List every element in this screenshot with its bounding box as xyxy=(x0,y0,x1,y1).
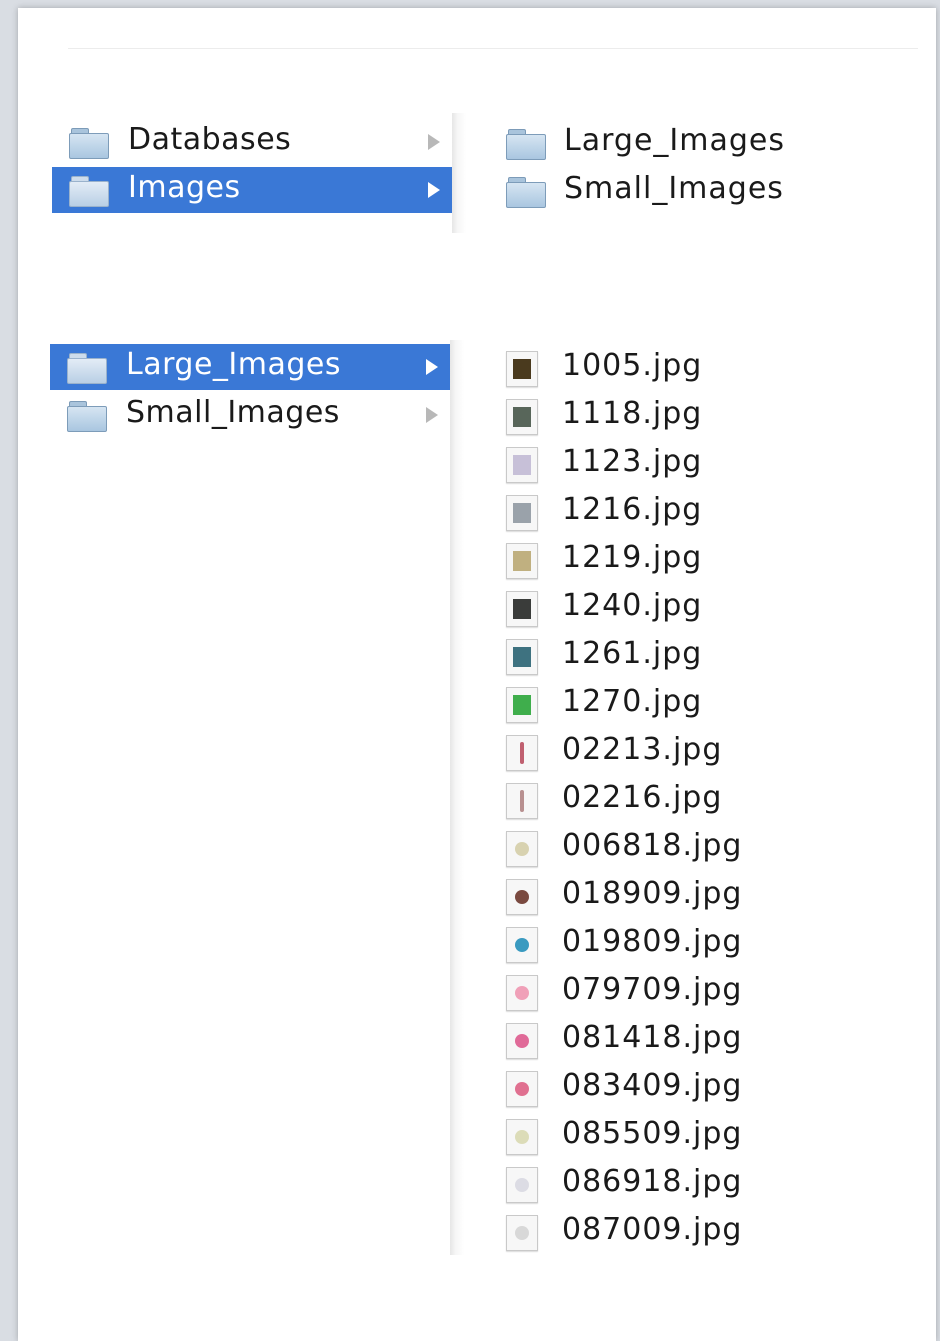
round-object-icon xyxy=(506,1215,538,1251)
dark-photo-icon xyxy=(506,591,538,627)
file-item[interactable]: 019809.jpg xyxy=(506,920,836,968)
file-item[interactable]: 081418.jpg xyxy=(506,1016,836,1064)
file-name: 1216.jpg xyxy=(562,492,703,527)
sky-photo-icon xyxy=(506,495,538,531)
file-name: 085509.jpg xyxy=(562,1116,743,1151)
round-object-icon xyxy=(506,1167,538,1203)
folder-icon xyxy=(506,177,546,208)
round-object-icon xyxy=(506,831,538,867)
file-name: 1123.jpg xyxy=(562,444,703,479)
harbor-photo-icon xyxy=(506,639,538,675)
file-name: 1270.jpg xyxy=(562,684,703,719)
column-divider[interactable] xyxy=(452,113,466,233)
file-name: 1219.jpg xyxy=(562,540,703,575)
top-folder-databases[interactable]: Databases xyxy=(52,119,452,165)
top-subfolder-small-images[interactable]: Small_Images xyxy=(506,168,836,214)
file-item[interactable]: 1270.jpg xyxy=(506,680,836,728)
file-name: 081418.jpg xyxy=(562,1020,743,1055)
file-name: 086918.jpg xyxy=(562,1164,743,1199)
bottom-folder-small-images[interactable]: Small_Images xyxy=(50,392,450,438)
disclosure-arrow-icon xyxy=(428,134,440,150)
folder-icon xyxy=(506,129,546,160)
file-list: 1005.jpg 1118.jpg 1123.jpg 1216.jpg 1219.jpg… xyxy=(506,344,866,1254)
round-object-icon xyxy=(506,1071,538,1107)
folder-icon xyxy=(67,401,107,432)
file-item[interactable]: 085509.jpg xyxy=(506,1112,836,1160)
landscape-photo-icon xyxy=(506,399,538,435)
building-photo-icon xyxy=(506,543,538,579)
disclosure-arrow-icon xyxy=(426,407,438,423)
file-name: 019809.jpg xyxy=(562,924,743,959)
round-object-icon xyxy=(506,879,538,915)
file-item[interactable]: 1005.jpg xyxy=(506,344,836,392)
bottom-folder-large-images[interactable]: Large_Images xyxy=(50,344,450,390)
disclosure-arrow-icon xyxy=(426,359,438,375)
file-name: 087009.jpg xyxy=(562,1212,743,1247)
folder-label: Databases xyxy=(128,122,292,157)
file-item[interactable]: 1216.jpg xyxy=(506,488,836,536)
file-name: 1118.jpg xyxy=(562,396,703,431)
file-name: 018909.jpg xyxy=(562,876,743,911)
glass-object-icon xyxy=(506,783,538,819)
file-item[interactable]: 006818.jpg xyxy=(506,824,836,872)
file-item[interactable]: 087009.jpg xyxy=(506,1208,836,1256)
green-photo-icon xyxy=(506,687,538,723)
file-name: 1005.jpg xyxy=(562,348,703,383)
top-column-2: Large_Images Small_Images xyxy=(506,113,866,233)
folder-label: Images xyxy=(128,170,241,205)
file-item[interactable]: 083409.jpg xyxy=(506,1064,836,1112)
file-name: 02213.jpg xyxy=(562,732,723,767)
file-item[interactable]: 02216.jpg xyxy=(506,776,836,824)
page: Databases Images Large_Images Small_Imag… xyxy=(18,8,936,1341)
folder-label: Large_Images xyxy=(564,123,785,158)
file-item[interactable]: 02213.jpg xyxy=(506,728,836,776)
disclosure-arrow-icon xyxy=(428,182,440,198)
file-item[interactable]: 079709.jpg xyxy=(506,968,836,1016)
pale-photo-icon xyxy=(506,447,538,483)
top-column-1: Databases Images xyxy=(52,113,452,233)
file-item[interactable]: 1261.jpg xyxy=(506,632,836,680)
folder-label: Large_Images xyxy=(126,347,341,382)
round-object-icon xyxy=(506,1119,538,1155)
divider xyxy=(68,48,918,49)
folder-label: Small_Images xyxy=(126,395,340,430)
file-name: 079709.jpg xyxy=(562,972,743,1007)
folder-icon xyxy=(69,128,109,159)
file-name: 1261.jpg xyxy=(562,636,703,671)
folder-icon xyxy=(69,176,109,207)
heart-object-icon xyxy=(506,975,538,1011)
heart-object-icon xyxy=(506,1023,538,1059)
file-item[interactable]: 086918.jpg xyxy=(506,1160,836,1208)
dark-photo-icon xyxy=(506,351,538,387)
file-name: 02216.jpg xyxy=(562,780,723,815)
top-folder-images[interactable]: Images xyxy=(52,167,452,213)
file-item[interactable]: 018909.jpg xyxy=(506,872,836,920)
file-name: 006818.jpg xyxy=(562,828,743,863)
folder-icon xyxy=(67,353,107,384)
file-item[interactable]: 1118.jpg xyxy=(506,392,836,440)
file-item[interactable]: 1240.jpg xyxy=(506,584,836,632)
round-object-icon xyxy=(506,927,538,963)
file-item[interactable]: 1219.jpg xyxy=(506,536,836,584)
folder-label: Small_Images xyxy=(564,171,784,206)
file-name: 1240.jpg xyxy=(562,588,703,623)
top-subfolder-large-images[interactable]: Large_Images xyxy=(506,120,836,166)
column-divider[interactable] xyxy=(450,340,464,1255)
bottom-column-1: Large_Images Small_Images xyxy=(50,340,450,1255)
file-name: 083409.jpg xyxy=(562,1068,743,1103)
file-item[interactable]: 1123.jpg xyxy=(506,440,836,488)
glass-object-icon xyxy=(506,735,538,771)
